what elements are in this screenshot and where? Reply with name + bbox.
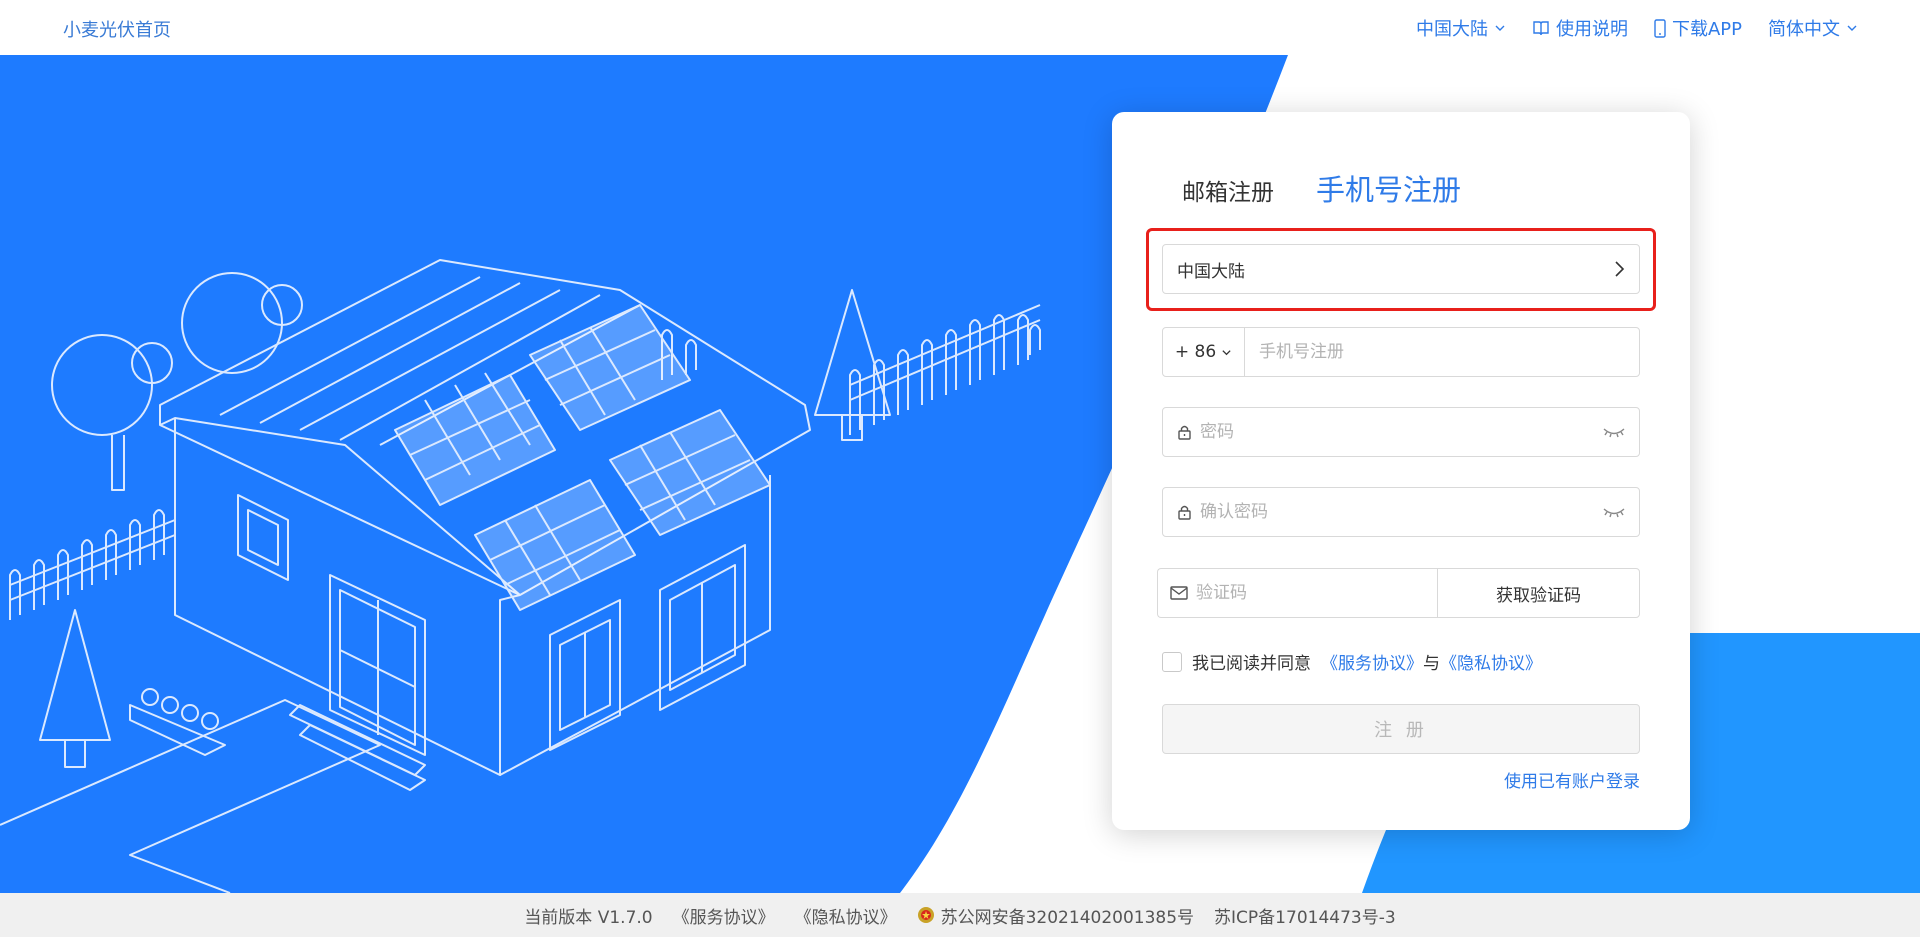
service-agreement-link[interactable]: 《服务协议》: [1321, 649, 1423, 674]
footer-privacy-link[interactable]: 《隐私协议》: [795, 903, 897, 928]
phone-field-group: + 86: [1162, 327, 1640, 377]
language-label: 简体中文: [1768, 19, 1840, 40]
password-input[interactable]: [1200, 408, 1595, 456]
brand-home-link[interactable]: 小麦光伏首页: [63, 16, 171, 42]
manual-link[interactable]: 使用说明: [1532, 15, 1628, 41]
country-code-value: + 86: [1174, 342, 1217, 362]
confirm-password-input[interactable]: [1200, 488, 1595, 536]
code-field: [1157, 568, 1437, 618]
region-label: 中国大陆: [1415, 19, 1488, 40]
tab-email-register[interactable]: 邮箱注册: [1182, 173, 1274, 207]
eye-closed-icon: [1603, 428, 1625, 438]
icp-link[interactable]: 苏ICP备17014473号-3: [1214, 903, 1396, 928]
top-bar: 小麦光伏首页 中国大陆 使用说明 下载APP 简体中文: [0, 0, 1920, 55]
footer-service-link[interactable]: 《服务协议》: [673, 903, 775, 928]
eye-closed-icon: [1603, 508, 1625, 518]
phone-input[interactable]: [1245, 328, 1639, 376]
and-text: 与: [1423, 654, 1440, 674]
tab-phone-register[interactable]: 手机号注册: [1316, 167, 1461, 209]
register-button[interactable]: 注 册: [1162, 704, 1640, 754]
existing-account-login-link[interactable]: 使用已有账户登录: [1504, 767, 1640, 792]
verification-code-input[interactable]: [1196, 569, 1425, 617]
footer: 当前版本 V1.7.0 《服务协议》 《隐私协议》 苏公网安备320214020…: [0, 893, 1920, 937]
region-select[interactable]: 中国大陆: [1162, 244, 1640, 294]
book-icon: [1533, 21, 1549, 36]
get-code-button[interactable]: 获取验证码: [1437, 568, 1640, 618]
toggle-password-visibility[interactable]: [1603, 426, 1625, 438]
agreement-row: 我已阅读并同意 《服务协议》 与 《隐私协议》: [1162, 649, 1542, 674]
mail-icon: [1170, 586, 1188, 600]
region-dropdown[interactable]: 中国大陆: [1416, 15, 1506, 41]
country-code-select[interactable]: + 86: [1163, 328, 1245, 376]
lock-icon: [1178, 505, 1191, 520]
register-card: 邮箱注册 手机号注册 中国大陆 + 86 获取验证码: [1112, 112, 1690, 830]
police-record-link[interactable]: 苏公网安备32021402001385号: [917, 903, 1194, 928]
chevron-down-icon: [1222, 349, 1231, 355]
download-app-link[interactable]: 下载APP: [1654, 15, 1742, 41]
verification-code-group: 获取验证码: [1157, 568, 1640, 618]
register-tabs: 邮箱注册 手机号注册: [1182, 167, 1461, 209]
agree-text: 我已阅读并同意: [1192, 654, 1311, 674]
chevron-down-icon: [1847, 25, 1857, 31]
manual-label: 使用说明: [1555, 19, 1628, 40]
language-dropdown[interactable]: 简体中文: [1768, 15, 1858, 41]
toggle-confirm-visibility[interactable]: [1603, 506, 1625, 518]
privacy-agreement-link[interactable]: 《隐私协议》: [1440, 649, 1542, 674]
police-badge-icon: [917, 907, 934, 923]
password-field: [1162, 407, 1640, 457]
lock-icon: [1178, 425, 1191, 440]
region-select-value: 中国大陆: [1177, 261, 1245, 282]
download-label: 下载APP: [1671, 19, 1742, 40]
top-nav: 中国大陆 使用说明 下载APP 简体中文: [1416, 15, 1858, 41]
version-text: 当前版本 V1.7.0: [524, 907, 653, 928]
chevron-down-icon: [1495, 25, 1505, 31]
agree-checkbox[interactable]: [1162, 651, 1182, 672]
chevron-right-icon: [1615, 261, 1625, 277]
police-record-text: 苏公网安备32021402001385号: [940, 907, 1195, 928]
phone-icon: [1654, 18, 1666, 38]
confirm-password-field: [1162, 487, 1640, 537]
